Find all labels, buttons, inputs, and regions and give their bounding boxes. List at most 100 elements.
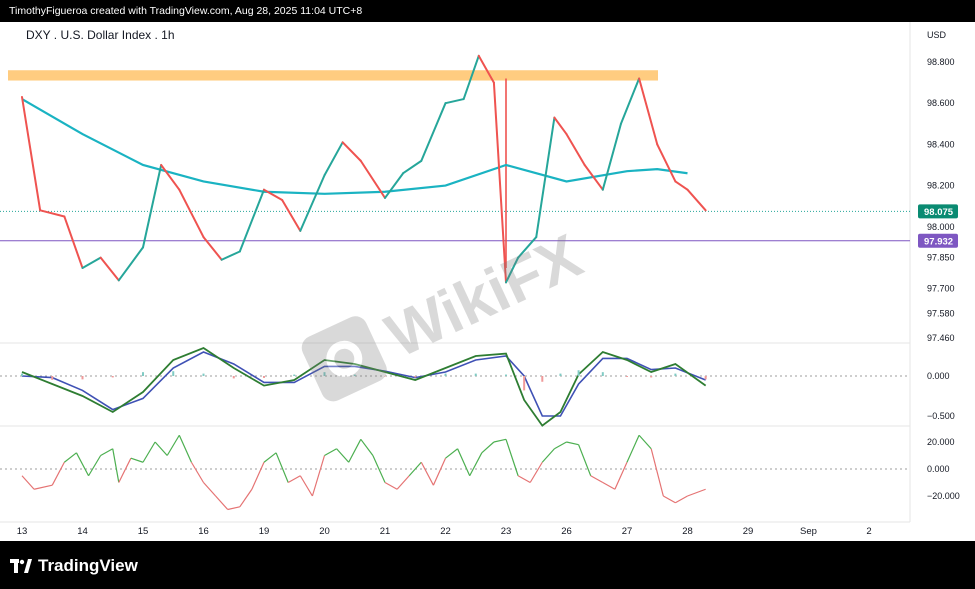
rsi-segment <box>88 455 102 477</box>
rsi-segment <box>578 444 592 476</box>
currency-label: USD <box>927 30 947 40</box>
watermark-text: WikiFX <box>376 222 592 372</box>
price-tick-label: 97.700 <box>927 284 955 294</box>
price-segment <box>638 77 659 146</box>
rsi-segment <box>529 461 543 483</box>
macd-histogram-bar <box>505 374 507 376</box>
price-segment <box>619 77 641 125</box>
rsi-segment <box>299 475 313 497</box>
rsi-segment <box>51 461 65 486</box>
price-tick-label: 98.600 <box>927 98 955 108</box>
price-segment <box>565 133 586 166</box>
time-tick-label: 15 <box>138 526 149 537</box>
macd-histogram-bar <box>414 376 417 378</box>
rsi-segment <box>142 441 156 463</box>
price-segment <box>601 122 622 191</box>
price-segment <box>99 256 120 282</box>
price-segment <box>402 159 423 175</box>
macd-histogram-bar <box>444 373 447 376</box>
time-tick-label: 14 <box>77 526 88 537</box>
macd-tick-label: −0.500 <box>927 411 955 421</box>
footer-bar <box>0 541 975 589</box>
macd-histogram-bar <box>601 372 604 376</box>
chart-svg[interactable]: 98.800 98.600 98.400 98.200 98.000 97.850 97.7… <box>0 22 975 541</box>
price-segment <box>238 188 265 253</box>
macd-histogram-bar <box>21 373 23 376</box>
price-segment <box>81 256 102 269</box>
price-segment <box>178 188 205 239</box>
macd-histogram-bar <box>142 372 144 376</box>
rsi-segment <box>112 448 120 483</box>
price-segment <box>656 143 677 183</box>
price-tick-label: 97.850 <box>927 253 955 263</box>
rsi-segment <box>275 452 289 483</box>
time-tick-label: 13 <box>17 526 28 537</box>
rsi-segment <box>287 475 301 484</box>
time-tick-label: 19 <box>259 526 270 537</box>
rsi-segment <box>541 448 555 463</box>
rsi-segment <box>445 448 458 459</box>
rsi-segment <box>203 482 217 497</box>
rsi-segment <box>311 455 326 497</box>
rsi-segment <box>505 439 519 476</box>
rsi-segment <box>215 495 229 510</box>
rsi-segment <box>493 438 507 443</box>
chart-panel[interactable]: 98.800 98.600 98.400 98.200 98.000 97.850 97.7… <box>0 22 975 541</box>
macd-histogram-bar <box>650 376 653 378</box>
price-segment <box>117 246 144 282</box>
chart-title: DXY . U.S. Dollar Index . 1h <box>26 28 175 42</box>
macd-histogram-bar <box>523 376 526 391</box>
price-segment <box>160 163 181 191</box>
macd-histogram-bar <box>626 376 628 377</box>
resistance-zone <box>8 70 658 81</box>
rsi-segment <box>687 488 706 497</box>
rsi-segment <box>324 448 337 457</box>
time-tick-label: 29 <box>743 526 754 537</box>
time-tick-label: 21 <box>380 526 391 537</box>
price-segment <box>444 98 465 105</box>
macd-histogram-bar <box>81 376 84 380</box>
rsi-segment <box>626 435 640 463</box>
rsi-segment <box>63 452 77 463</box>
macd-histogram-bar <box>202 373 205 376</box>
price-segment <box>63 215 84 269</box>
price-segment <box>674 180 689 191</box>
rsi-segment <box>348 439 362 463</box>
rsi-segment <box>663 495 676 504</box>
macd-histogram-bar <box>51 376 54 380</box>
price-tick-label: 98.000 <box>927 222 955 232</box>
rsi-segment <box>263 452 277 463</box>
price-segment <box>553 116 568 136</box>
moving-average-line <box>21 98 688 195</box>
rsi-segment <box>21 475 35 490</box>
price-segment <box>21 96 42 212</box>
support-price-text: 97.932 <box>924 236 953 247</box>
macd-tick-label: 0.000 <box>927 371 950 381</box>
rsi-segment <box>590 475 604 484</box>
rsi-segment <box>227 506 240 511</box>
rsi-segment <box>554 441 567 450</box>
rsi-segment <box>360 438 374 456</box>
rsi-segment <box>33 484 53 490</box>
macd-histogram-bar <box>111 376 114 378</box>
rsi-segment <box>602 481 616 490</box>
rsi-segment <box>481 441 495 454</box>
price-segment <box>142 163 163 249</box>
macd-histogram-bar <box>263 376 265 378</box>
price-tick-label: 97.580 <box>927 308 955 318</box>
rsi-segment <box>100 448 114 457</box>
rsi-segment <box>469 452 483 477</box>
rsi-segment <box>457 448 471 476</box>
price-tick-label: 97.460 <box>927 333 955 343</box>
macd-histogram-bar <box>541 376 544 382</box>
rsi-segment <box>675 495 688 504</box>
price-tick-label: 98.800 <box>927 57 955 67</box>
price-segment <box>323 141 344 177</box>
macd-histogram-bar <box>559 373 562 376</box>
macd-histogram-bar <box>293 374 296 376</box>
tradingview-logo: TradingView <box>10 556 138 576</box>
rsi-tick-label: 0.000 <box>927 464 950 474</box>
tradingview-logo-icon <box>10 559 32 573</box>
rsi-segment <box>432 457 447 486</box>
rsi-segment <box>336 448 350 463</box>
